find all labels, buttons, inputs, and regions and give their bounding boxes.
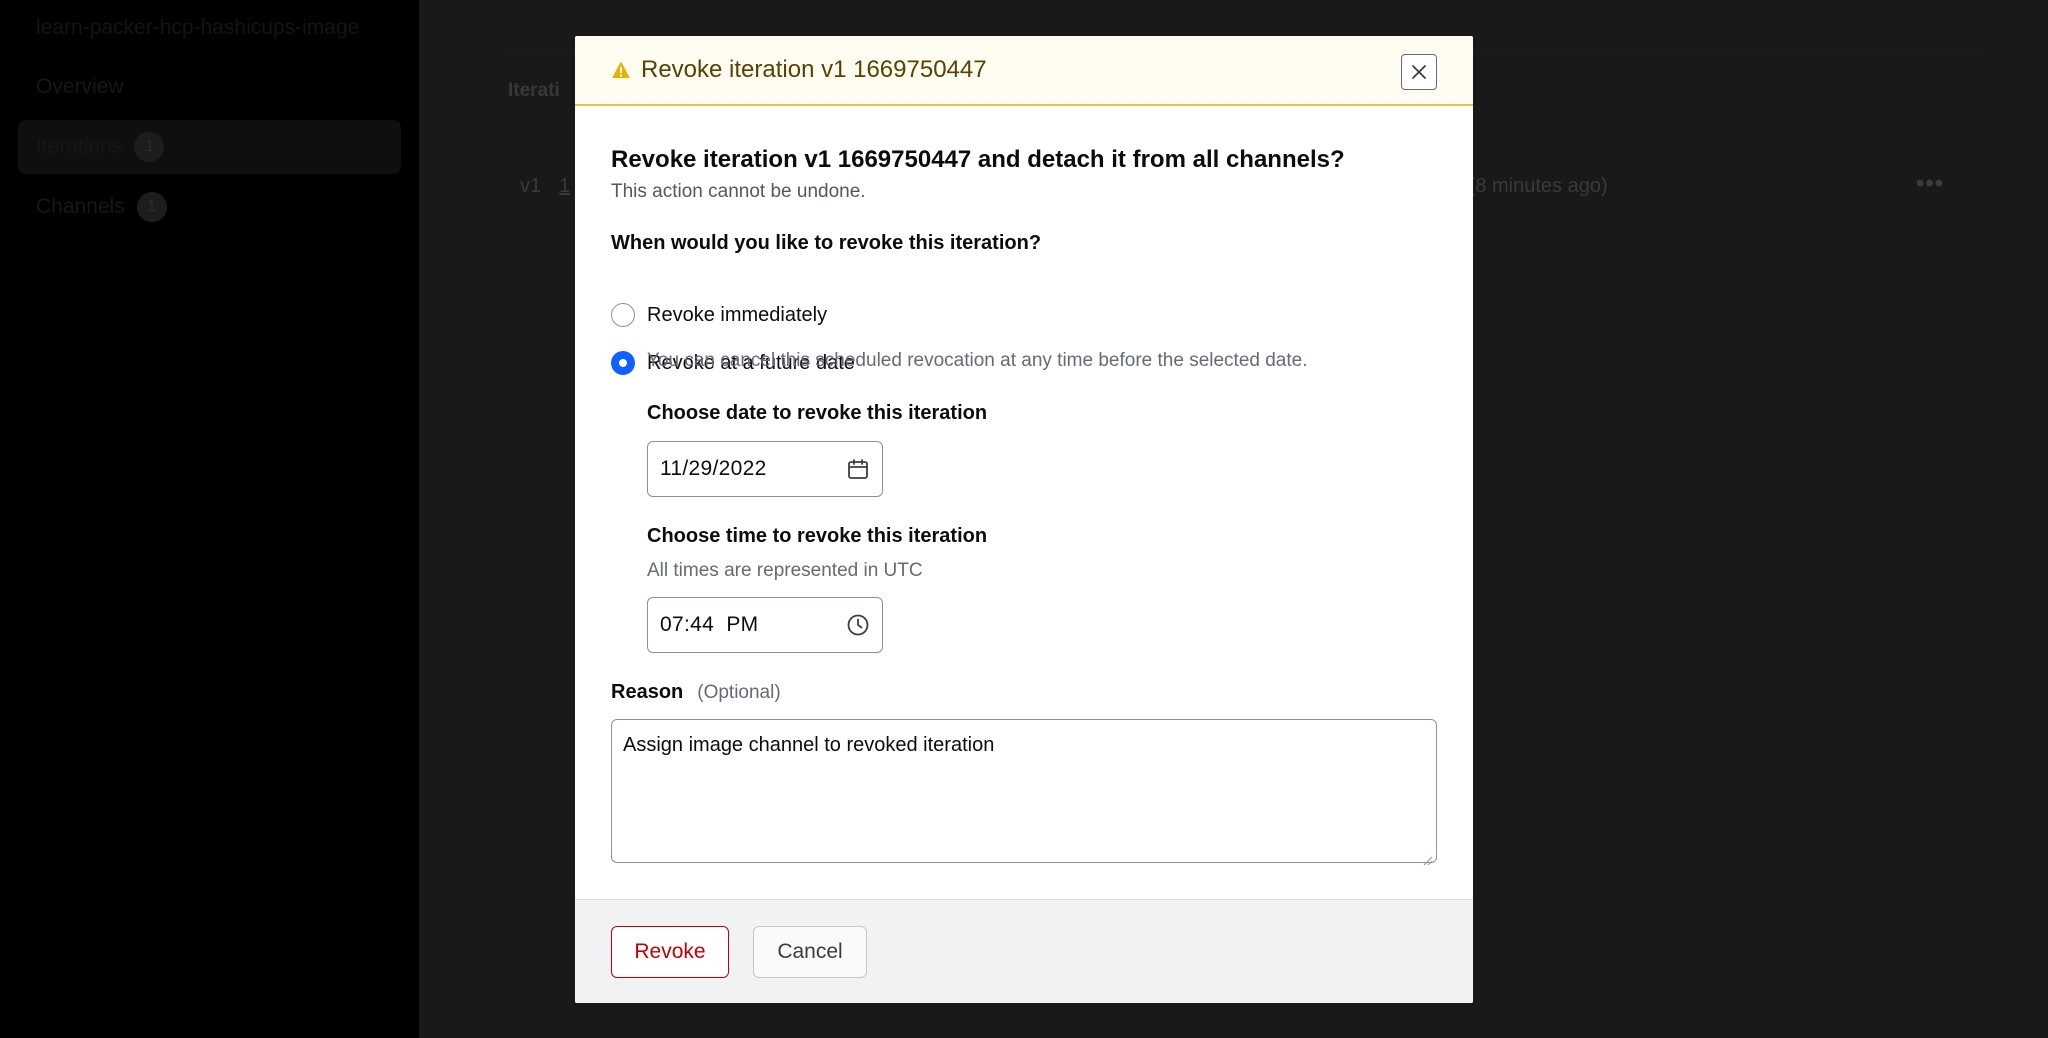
- calendar-icon[interactable]: [846, 457, 870, 481]
- radio-revoke-immediately[interactable]: Revoke immediately: [611, 303, 827, 327]
- resize-grip-icon[interactable]: [1423, 849, 1433, 866]
- time-input[interactable]: 07:44 PM: [647, 597, 883, 653]
- modal-footer: Revoke Cancel: [575, 899, 1473, 1003]
- optional-tag: (Optional): [697, 682, 781, 703]
- time-help: All times are represented in UTC: [647, 560, 923, 581]
- modal-header: Revoke iteration v1 1669750447: [575, 36, 1473, 106]
- reason-label-text: Reason: [611, 681, 684, 703]
- count-badge: 1: [136, 192, 167, 222]
- warning-triangle-icon: [611, 60, 631, 80]
- future-date-help: You can cancel this scheduled revocation…: [647, 350, 1308, 371]
- modal-title: Revoke iteration v1 1669750447: [641, 56, 987, 83]
- date-field-label: Choose date to revoke this iteration: [647, 402, 988, 424]
- radio-button-checked[interactable]: [611, 351, 635, 375]
- sidebar-item-label: Overview: [36, 75, 124, 98]
- iteration-link[interactable]: 1: [559, 175, 570, 198]
- date-value: 11/29/2022: [660, 457, 767, 480]
- sidebar-item-iterations[interactable]: Iterations 1: [18, 120, 401, 174]
- close-button[interactable]: [1401, 54, 1437, 90]
- date-input[interactable]: 11/29/2022: [647, 441, 883, 497]
- iteration-created: 2 (8 minutes ago): [1452, 175, 1608, 197]
- more-actions-button[interactable]: •••: [1916, 170, 1944, 198]
- reason-value: Assign image channel to revoked iteratio…: [623, 734, 995, 756]
- sidebar-item-label: Channels: [36, 195, 125, 218]
- cancel-button[interactable]: Cancel: [753, 925, 867, 978]
- radio-label: Revoke immediately: [647, 303, 828, 326]
- sidebar-item-label: Iterations: [36, 135, 123, 158]
- sidebar-title: learn-packer-hcp-hashicups-image: [36, 16, 360, 39]
- sidebar: learn-packer-hcp-hashicups-image Overvie…: [0, 0, 419, 1038]
- time-value: 07:44 PM: [660, 613, 759, 636]
- close-icon: [1411, 64, 1427, 80]
- revoke-button[interactable]: Revoke: [611, 925, 729, 978]
- clock-icon[interactable]: [846, 613, 870, 637]
- time-field-label: Choose time to revoke this iteration: [647, 525, 988, 547]
- iteration-version: v1: [520, 175, 542, 197]
- sidebar-item-channels[interactable]: Channels 1: [18, 180, 401, 234]
- radio-button[interactable]: [611, 303, 635, 327]
- revoke-timing-label: When would you like to revoke this itera…: [611, 232, 1042, 254]
- warning-subtext: This action cannot be undone.: [611, 181, 866, 202]
- reason-label: Reason (Optional): [611, 681, 781, 704]
- sidebar-item-overview[interactable]: Overview: [18, 60, 401, 114]
- count-badge: 1: [134, 132, 165, 162]
- table-header: Iterati: [508, 80, 560, 101]
- reason-textarea[interactable]: Assign image channel to revoked iteratio…: [611, 719, 1437, 866]
- revoke-iteration-modal: Revoke iteration v1 1669750447 Revoke it…: [575, 36, 1473, 1003]
- confirmation-question: Revoke iteration v1 1669750447 and detac…: [611, 146, 1345, 173]
